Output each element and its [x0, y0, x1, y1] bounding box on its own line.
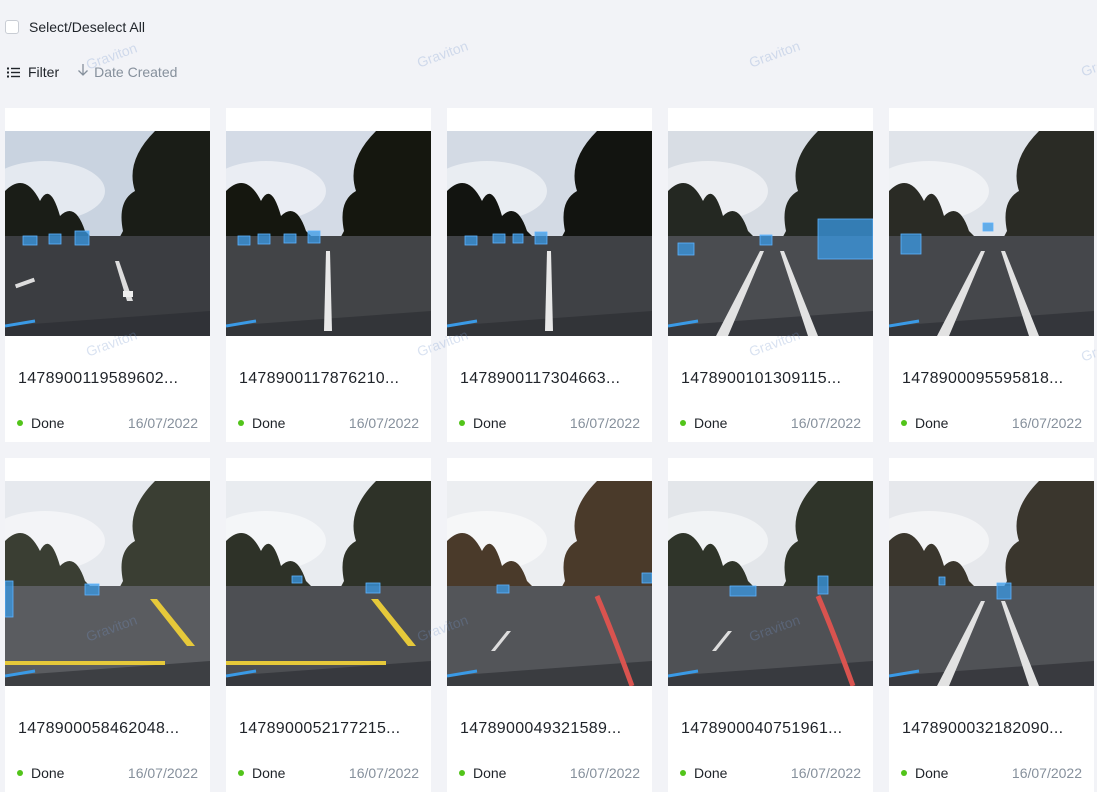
image-card[interactable]: 1478900052177215... Done 16/07/2022 [226, 458, 431, 792]
thumbnail-image[interactable] [226, 481, 431, 686]
date-created: 16/07/2022 [1011, 415, 1082, 431]
select-all-label: Select/Deselect All [29, 19, 145, 35]
checkbox-box[interactable] [5, 20, 19, 34]
status-label: Done [915, 415, 949, 431]
item-title: 1478900049321589... [460, 720, 622, 737]
image-card[interactable]: 1478900117304663... Done 16/07/2022 [447, 108, 652, 442]
status-dot-icon [680, 420, 686, 426]
image-card[interactable]: 1478900032182090... Done 16/07/2022 [889, 458, 1094, 792]
item-title: 1478900052177215... [239, 720, 401, 737]
item-title: 1478900032182090... [902, 720, 1064, 737]
image-card[interactable]: 1478900119589602... Done 16/07/2022 [5, 108, 210, 442]
status-indicator: Done [680, 415, 727, 431]
card-footer: Done 16/07/2022 [901, 764, 1082, 782]
sort-label: Date Created [94, 64, 178, 80]
status-dot-icon [901, 770, 907, 776]
date-created: 16/07/2022 [790, 415, 861, 431]
status-indicator: Done [459, 765, 506, 781]
sort-date-created-button[interactable]: Date Created [77, 63, 177, 82]
status-label: Done [694, 415, 728, 431]
image-card[interactable]: 1478900095595818... Done 16/07/2022 [889, 108, 1094, 442]
status-dot-icon [459, 770, 465, 776]
image-card[interactable]: 1478900117876210... Done 16/07/2022 [226, 108, 431, 442]
date-created: 16/07/2022 [1011, 765, 1082, 781]
thumbnail-image[interactable] [889, 481, 1094, 686]
thumbnail-image[interactable] [5, 481, 210, 686]
item-title: 1478900058462048... [18, 720, 180, 737]
status-indicator: Done [680, 765, 727, 781]
status-dot-icon [901, 420, 907, 426]
status-indicator: Done [459, 415, 506, 431]
card-footer: Done 16/07/2022 [238, 764, 419, 782]
item-title: 1478900119589602... [18, 370, 179, 387]
list-filter-icon [7, 67, 20, 78]
item-title: 1478900101309115... [681, 370, 842, 387]
status-label: Done [252, 415, 286, 431]
status-label: Done [915, 765, 949, 781]
card-footer: Done 16/07/2022 [238, 414, 419, 432]
status-label: Done [252, 765, 286, 781]
item-title: 1478900095595818... [902, 370, 1064, 387]
thumbnail-image[interactable] [5, 131, 210, 336]
status-indicator: Done [238, 765, 285, 781]
status-dot-icon [17, 420, 23, 426]
thumbnail-image[interactable] [668, 131, 873, 336]
image-card[interactable]: 1478900101309115... Done 16/07/2022 [668, 108, 873, 442]
toolbar: Filter Date Created [7, 62, 177, 82]
card-footer: Done 16/07/2022 [17, 764, 198, 782]
status-indicator: Done [17, 415, 64, 431]
watermark-text: Graviton [1078, 46, 1097, 80]
thumbnail-image[interactable] [226, 131, 431, 336]
date-created: 16/07/2022 [790, 765, 861, 781]
select-all-checkbox[interactable]: Select/Deselect All [5, 18, 145, 36]
status-dot-icon [17, 770, 23, 776]
date-created: 16/07/2022 [569, 765, 640, 781]
date-created: 16/07/2022 [348, 415, 419, 431]
filter-button[interactable]: Filter [7, 64, 59, 80]
thumbnail-image[interactable] [447, 481, 652, 686]
date-created: 16/07/2022 [348, 765, 419, 781]
status-indicator: Done [238, 415, 285, 431]
status-label: Done [473, 765, 507, 781]
date-created: 16/07/2022 [569, 415, 640, 431]
status-indicator: Done [17, 765, 64, 781]
arrow-down-icon [77, 63, 89, 82]
status-label: Done [473, 415, 507, 431]
card-footer: Done 16/07/2022 [680, 764, 861, 782]
status-dot-icon [459, 420, 465, 426]
thumbnail-image[interactable] [447, 131, 652, 336]
date-created: 16/07/2022 [127, 415, 198, 431]
card-footer: Done 16/07/2022 [459, 414, 640, 432]
status-dot-icon [238, 770, 244, 776]
card-footer: Done 16/07/2022 [459, 764, 640, 782]
filter-label: Filter [28, 64, 60, 80]
status-indicator: Done [901, 415, 948, 431]
card-footer: Done 16/07/2022 [680, 414, 861, 432]
thumbnail-image[interactable] [668, 481, 873, 686]
watermark-text: Graviton [746, 37, 803, 71]
image-card[interactable]: 1478900058462048... Done 16/07/2022 [5, 458, 210, 792]
watermark-text: Graviton [414, 37, 471, 71]
item-title: 1478900117304663... [460, 370, 621, 387]
image-card[interactable]: 1478900049321589... Done 16/07/2022 [447, 458, 652, 792]
card-footer: Done 16/07/2022 [17, 414, 198, 432]
status-label: Done [31, 415, 65, 431]
status-dot-icon [680, 770, 686, 776]
status-indicator: Done [901, 765, 948, 781]
item-title: 1478900117876210... [239, 370, 400, 387]
thumbnail-image[interactable] [889, 131, 1094, 336]
status-dot-icon [238, 420, 244, 426]
date-created: 16/07/2022 [127, 765, 198, 781]
card-footer: Done 16/07/2022 [901, 414, 1082, 432]
status-label: Done [694, 765, 728, 781]
image-card[interactable]: 1478900040751961... Done 16/07/2022 [668, 458, 873, 792]
status-label: Done [31, 765, 65, 781]
item-title: 1478900040751961... [681, 720, 843, 737]
